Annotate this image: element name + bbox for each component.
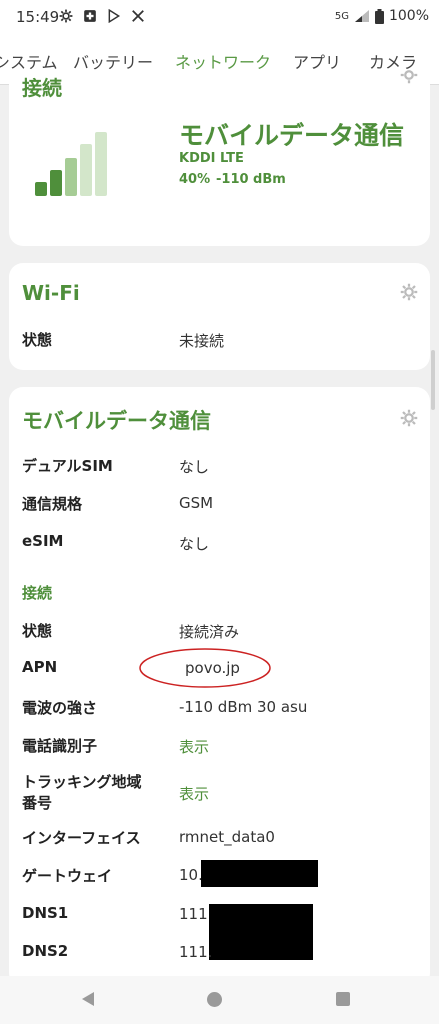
dns2-label: DNS2 xyxy=(22,942,69,960)
network-standard-value: GSM xyxy=(179,494,214,512)
phone-id-label: 電話識別子 xyxy=(22,737,98,755)
phone-id-show-link[interactable]: 表示 xyxy=(179,736,209,757)
dns1-value: 111. xyxy=(179,905,213,923)
wifi-status-value: 未接続 xyxy=(179,332,225,350)
battery-percent: 100% xyxy=(388,8,429,24)
dns2-value: 111. xyxy=(179,943,213,961)
connection-section-label: 接続 xyxy=(22,584,53,602)
esim-label: eSIM xyxy=(22,532,64,550)
gear-icon[interactable] xyxy=(400,409,418,427)
tracking-area-show-link[interactable]: 表示 xyxy=(179,783,209,804)
signal-strength-label: 電波の強さ xyxy=(22,699,98,717)
wifi-status-label: 状態 xyxy=(22,331,53,349)
connection-card: 接続 モバイルデータ通信 KDDI LTE 40% -110 dBm xyxy=(9,70,430,246)
gear-icon[interactable] xyxy=(400,283,418,301)
redaction-box xyxy=(201,860,318,887)
conn-status-value: 接続済み xyxy=(179,623,240,641)
gateway-value: 10. xyxy=(179,866,203,884)
carrier-name: KDDI LTE xyxy=(179,151,244,166)
conn-status-label: 状態 xyxy=(22,622,53,640)
tools-icon xyxy=(130,8,146,24)
cell-signal-icon xyxy=(354,10,369,22)
signal-percent: 40% xyxy=(179,172,211,187)
network-type: 5G xyxy=(334,10,349,22)
redaction-box xyxy=(209,904,313,960)
annotation-circle xyxy=(139,648,271,688)
gear-icon xyxy=(58,8,74,24)
play-store-icon xyxy=(106,8,122,24)
tracking-area-label: トラッキング地域 xyxy=(22,773,142,791)
connection-card-title: 接続 xyxy=(22,76,62,100)
dual-sim-value: なし xyxy=(179,458,210,476)
signal-dbm: -110 dBm xyxy=(216,172,286,187)
wifi-card: Wi-Fi 状態 未接続 xyxy=(9,263,430,370)
home-icon[interactable] xyxy=(207,992,222,1007)
network-standard-label: 通信規格 xyxy=(22,495,83,513)
gateway-label: ゲートウェイ xyxy=(22,867,113,885)
status-notification-icons xyxy=(58,8,146,24)
status-system-icons: 5G 100% xyxy=(335,8,429,24)
dns1-label: DNS1 xyxy=(22,904,69,922)
gear-icon[interactable] xyxy=(400,70,418,84)
status-bar: 15:49 5G 100% xyxy=(0,0,439,34)
mobile-data-heading: モバイルデータ通信 xyxy=(179,121,405,150)
mobile-card-title: モバイルデータ通信 xyxy=(22,409,211,433)
signal-strength-icon xyxy=(35,132,107,196)
status-time: 15:49 xyxy=(16,8,60,26)
dual-sim-label: デュアルSIM xyxy=(22,457,113,475)
interface-value: rmnet_data0 xyxy=(179,828,275,846)
mobile-data-card: モバイルデータ通信 デュアルSIM なし 通信規格 GSM eSIM なし 接続… xyxy=(9,387,430,987)
esim-value: なし xyxy=(179,535,210,553)
wifi-card-title: Wi-Fi xyxy=(22,281,80,305)
battery-icon xyxy=(374,8,384,24)
back-icon[interactable] xyxy=(80,991,96,1007)
plus-box-icon xyxy=(82,8,98,24)
tracking-area-label-line2: 番号 xyxy=(22,794,53,812)
signal-strength-value: -110 dBm 30 asu xyxy=(179,698,308,716)
navigation-bar xyxy=(0,976,439,1024)
interface-label: インターフェイス xyxy=(22,829,141,847)
apn-label: APN xyxy=(22,658,58,676)
recent-apps-icon[interactable] xyxy=(336,992,350,1006)
scrollbar[interactable] xyxy=(431,350,435,410)
